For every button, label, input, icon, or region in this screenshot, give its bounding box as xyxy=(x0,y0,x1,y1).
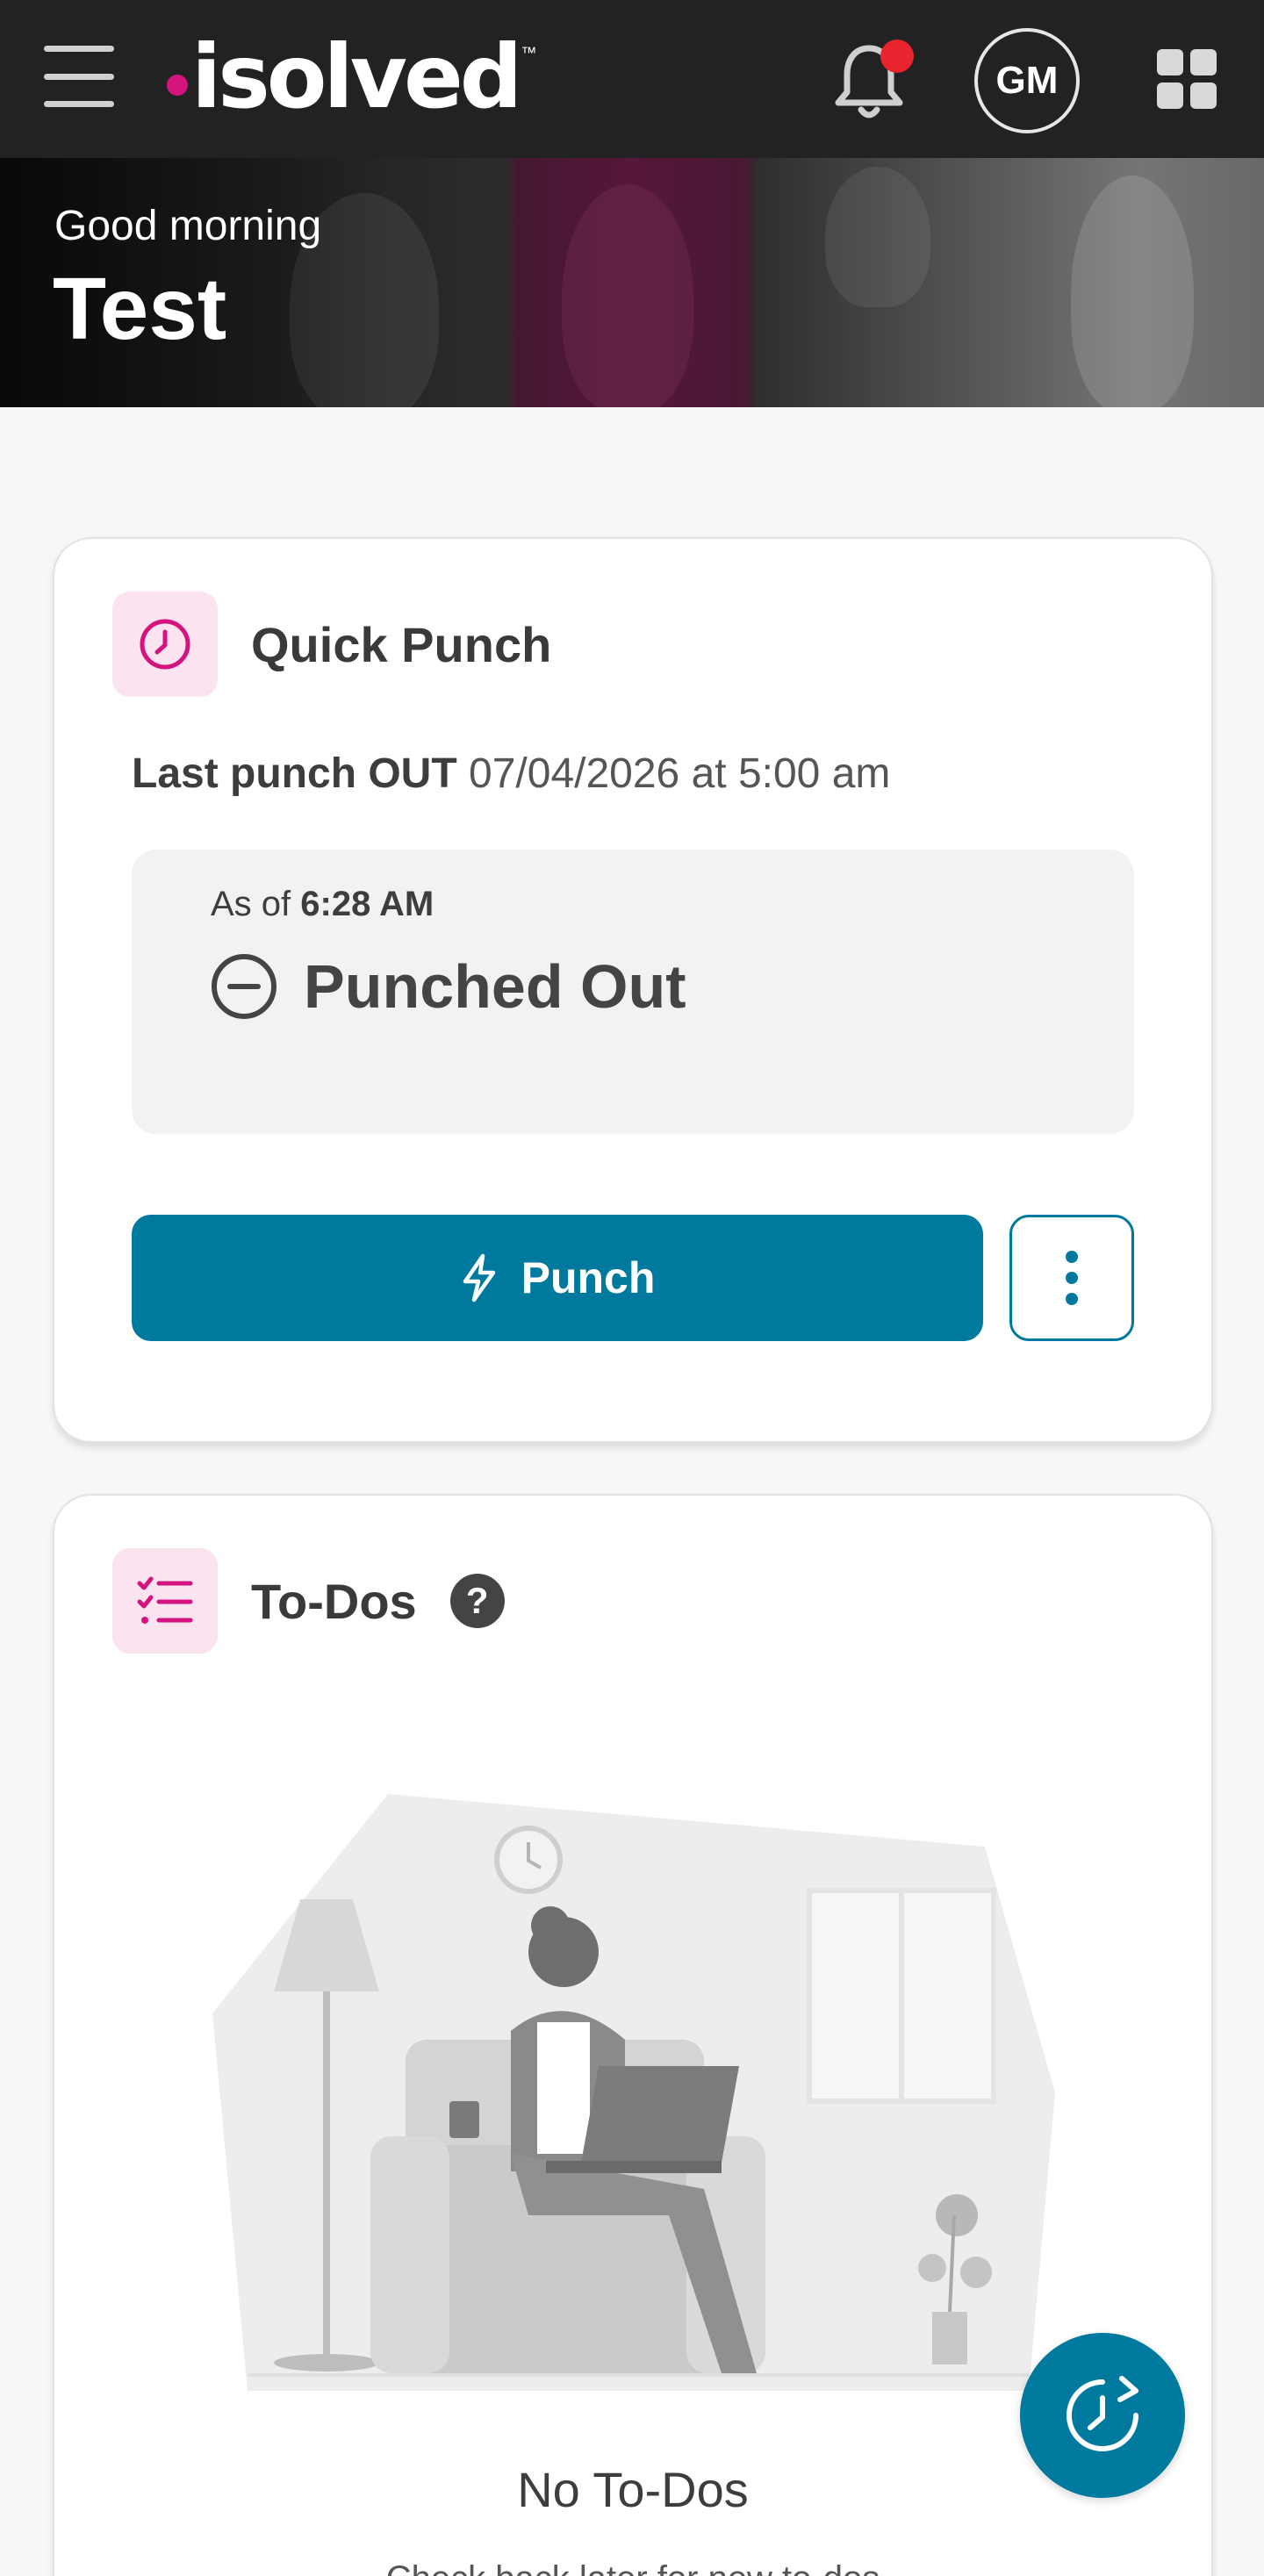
todos-title: To-Dos xyxy=(251,1573,417,1629)
quick-punch-header: Quick Punch xyxy=(112,592,551,697)
punch-button-label: Punch xyxy=(521,1253,656,1302)
user-name: Test xyxy=(53,260,227,358)
punch-status-text: Punched Out xyxy=(304,952,686,1021)
isolved-logo[interactable]: isolved ™ xyxy=(167,25,536,130)
notification-dot xyxy=(880,39,914,73)
quick-punch-card: Quick Punch Last punch OUT 07/04/2026 at… xyxy=(53,537,1213,1443)
punch-status: Punched Out xyxy=(209,951,686,1022)
lightning-bolt-icon xyxy=(460,1253,499,1302)
as-of-time: 6:28 AM xyxy=(300,885,434,923)
empty-state-illustration xyxy=(212,1794,1055,2391)
grid-apps-icon[interactable] xyxy=(1157,49,1217,109)
checklist-icon xyxy=(112,1548,218,1654)
avatar[interactable]: GM xyxy=(974,28,1080,133)
hamburger-menu-icon[interactable] xyxy=(44,46,114,107)
last-punch-label: Last punch OUT xyxy=(132,750,457,797)
todos-header: To-Dos ? xyxy=(112,1548,505,1654)
vertical-ellipsis-icon[interactable] xyxy=(1009,1215,1134,1341)
punch-button[interactable]: Punch xyxy=(132,1215,983,1341)
quick-punch-title: Quick Punch xyxy=(251,616,552,672)
punch-status-box: As of 6:28 AM Punched Out xyxy=(132,850,1134,1134)
hero-banner: Good morning Test xyxy=(0,158,1264,407)
minus-circle-icon xyxy=(212,954,276,1019)
empty-state-title: No To-Dos xyxy=(517,2462,749,2517)
clock-icon xyxy=(112,592,218,697)
empty-state-subtitle: Check back later for new to-dos xyxy=(54,2559,1211,2576)
last-punch-value: 07/04/2026 at 5:00 am xyxy=(469,750,891,797)
logo-text: isolved xyxy=(191,25,522,128)
top-bar: isolved ™ GM xyxy=(0,0,1264,158)
logo-dot xyxy=(167,75,188,96)
bell-icon[interactable] xyxy=(830,39,914,123)
logo-trademark: ™ xyxy=(521,44,537,61)
help-icon[interactable]: ? xyxy=(449,1574,505,1628)
as-of-timestamp: As of 6:28 AM xyxy=(211,885,434,924)
refresh-clock-icon[interactable] xyxy=(1020,2333,1185,2498)
last-punch-info: Last punch OUT 07/04/2026 at 5:00 am xyxy=(132,750,890,798)
as-of-label: As of xyxy=(211,885,291,923)
page: isolved ™ GM Good morning Test Quick Pun… xyxy=(0,0,1264,2576)
greeting: Good morning xyxy=(54,203,322,249)
